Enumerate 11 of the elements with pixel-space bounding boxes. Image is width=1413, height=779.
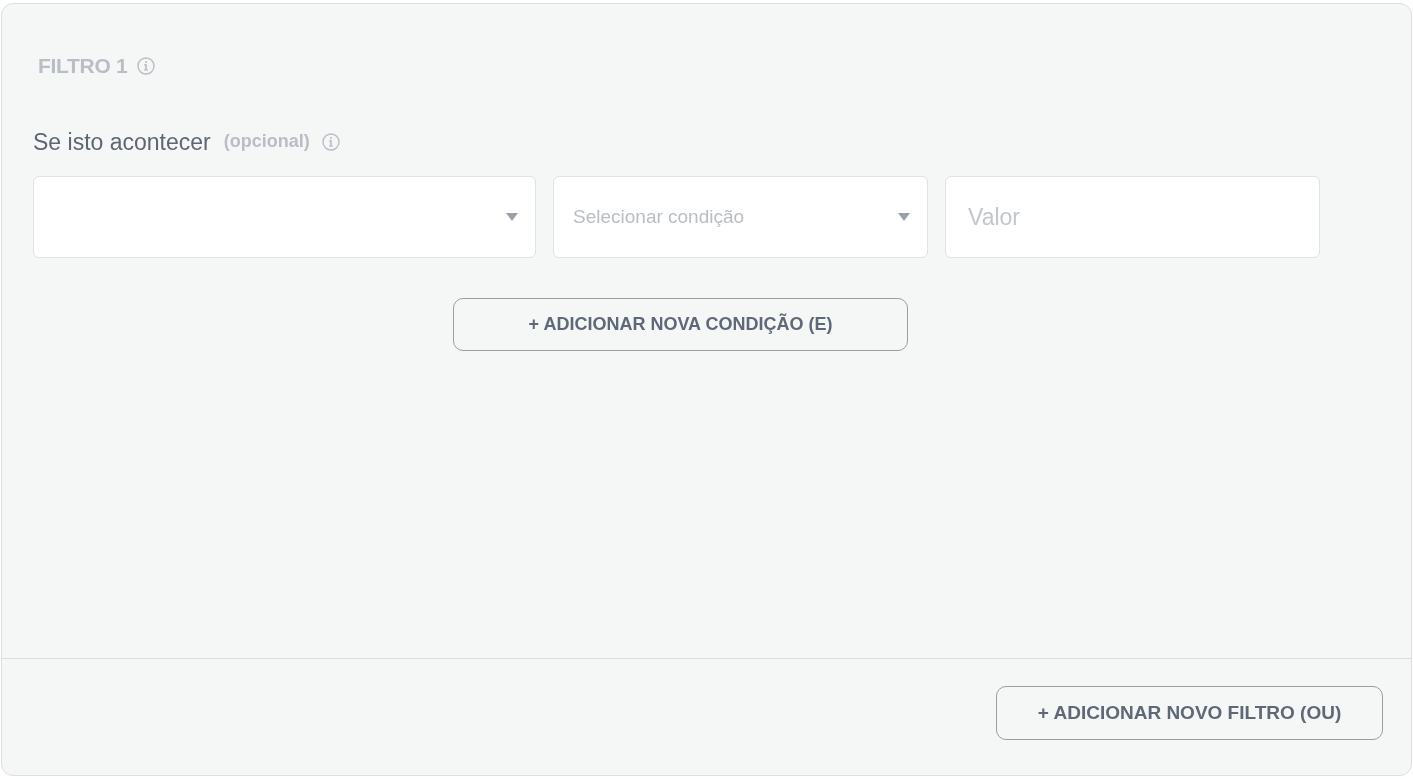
caret-icon — [898, 213, 910, 221]
filter-title: FILTRO 1 — [38, 53, 128, 79]
section-label: Se isto acontecer — [33, 127, 211, 157]
value-input[interactable]: Valor — [945, 176, 1320, 258]
info-icon — [137, 56, 156, 75]
add-condition-button[interactable]: + ADICIONAR NOVA CONDIÇÃO (E) — [453, 298, 908, 351]
add-filter-button[interactable]: + ADICIONAR NOVO FILTRO (OU) — [996, 686, 1383, 740]
select-dropdown[interactable] — [33, 176, 536, 258]
caret-icon — [506, 213, 518, 221]
info-icon — [321, 132, 340, 151]
optional-tag: (opcional) — [223, 128, 310, 156]
